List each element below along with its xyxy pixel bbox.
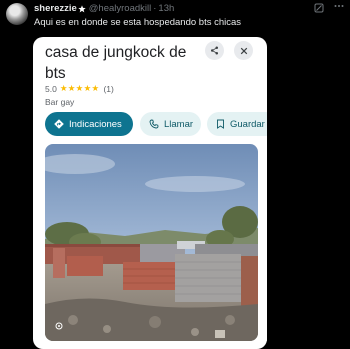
separator: · <box>153 3 157 14</box>
call-label: Llamar <box>164 118 194 130</box>
post-header: sherezzie @healyroadkill · 13h Aqui es e… <box>0 0 350 34</box>
place-title: casa de jungkock de bts <box>45 44 187 82</box>
avatar[interactable] <box>6 3 28 25</box>
more-icon[interactable] <box>333 0 345 12</box>
star-emoji-icon <box>78 4 86 12</box>
directions-icon <box>54 119 64 129</box>
phone-icon <box>149 119 159 129</box>
author-row: sherezzie @healyroadkill · 13h <box>34 3 174 14</box>
street-view-image <box>45 144 258 341</box>
action-buttons: Indicaciones Llamar Guardar <box>45 112 267 136</box>
street-view-photo[interactable] <box>45 144 258 341</box>
save-button[interactable]: Guardar <box>207 112 267 136</box>
rating-stars: ★★★★★ <box>59 83 100 93</box>
place-category: Bar gay <box>45 97 75 107</box>
display-name[interactable]: sherezzie <box>34 3 77 14</box>
close-icon <box>240 47 247 54</box>
share-button[interactable] <box>205 41 224 60</box>
call-button[interactable]: Llamar <box>140 112 201 136</box>
bookmark-icon <box>217 119 224 129</box>
grok-icon[interactable] <box>314 3 324 13</box>
rating-value: 5.0 <box>45 83 57 94</box>
rating-row[interactable]: 5.0 ★★★★★ (1) <box>45 83 114 94</box>
close-button[interactable] <box>234 41 253 60</box>
review-count[interactable]: (1) <box>103 84 113 94</box>
author-handle[interactable]: @healyroadkill <box>89 3 151 14</box>
post-time[interactable]: 13h <box>158 3 174 14</box>
share-icon <box>210 46 219 55</box>
save-label: Guardar <box>230 118 265 130</box>
map-place-card[interactable]: casa de jungkock de bts 5.0 ★★★★★ (1) Ba… <box>33 37 267 349</box>
directions-button[interactable]: Indicaciones <box>45 112 133 136</box>
card-edge <box>259 144 267 341</box>
directions-label: Indicaciones <box>69 118 122 130</box>
post-text: Aqui es en donde se esta hospedando bts … <box>34 17 242 28</box>
